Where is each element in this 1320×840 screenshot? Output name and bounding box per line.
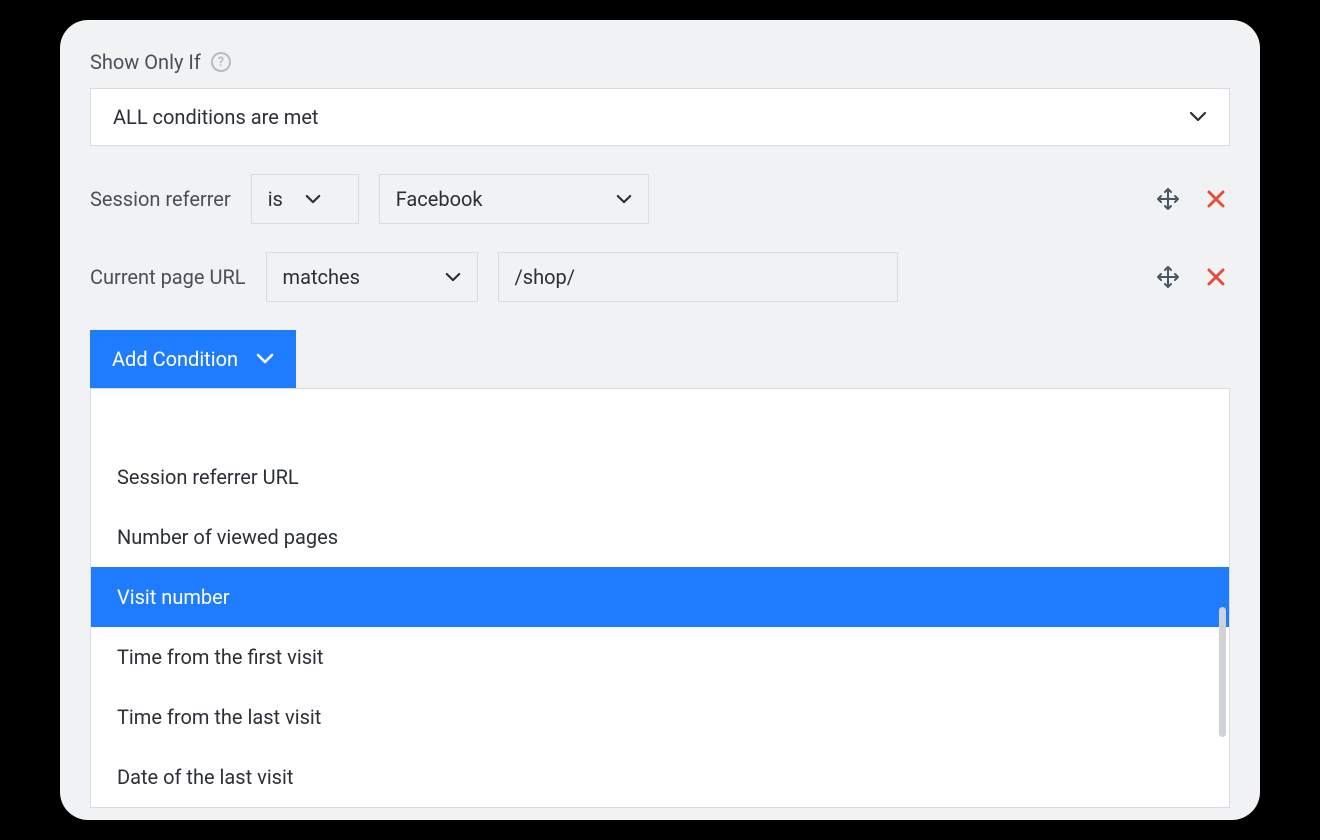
section-label-row: Show Only If ? [90, 50, 1230, 74]
dropdown-option[interactable]: Session referrer URL [91, 447, 1229, 507]
condition-field-label: Current page URL [90, 265, 246, 289]
value-select[interactable]: Facebook [379, 174, 649, 224]
condition-row: Current page URL matches /shop/ [90, 252, 1230, 302]
dropdown-option[interactable]: Date of the last visit [91, 747, 1229, 807]
combinator-value: ALL conditions are met [113, 105, 318, 129]
dropdown-search-row[interactable] [91, 389, 1229, 447]
add-condition-dropdown: Session referrer URL Number of viewed pa… [90, 388, 1230, 808]
value-input[interactable]: /shop/ [498, 252, 898, 302]
move-handle[interactable] [1154, 185, 1182, 213]
chevron-down-icon [445, 272, 461, 283]
move-handle[interactable] [1154, 263, 1182, 291]
value-text: /shop/ [515, 265, 575, 289]
section-label: Show Only If [90, 50, 201, 74]
chevron-down-icon [305, 194, 321, 205]
dropdown-option[interactable]: Time from the last visit [91, 687, 1229, 747]
add-condition-label: Add Condition [112, 347, 238, 371]
operator-value: is [268, 187, 283, 211]
remove-button[interactable] [1202, 185, 1230, 213]
operator-value: matches [283, 265, 360, 289]
operator-select[interactable]: is [251, 174, 359, 224]
dropdown-option[interactable]: Time from the first visit [91, 627, 1229, 687]
chevron-down-icon [256, 353, 274, 365]
dropdown-scrollbar[interactable] [1219, 607, 1226, 737]
chevron-down-icon [616, 194, 632, 205]
operator-select[interactable]: matches [266, 252, 478, 302]
chevron-down-icon [1189, 111, 1207, 123]
remove-button[interactable] [1202, 263, 1230, 291]
add-condition-button[interactable]: Add Condition [90, 330, 296, 388]
condition-field-label: Session referrer [90, 187, 231, 211]
conditions-panel: Show Only If ? ALL conditions are met Se… [60, 20, 1260, 820]
value-text: Facebook [396, 187, 483, 211]
condition-row: Session referrer is Facebook [90, 174, 1230, 224]
help-icon[interactable]: ? [211, 52, 231, 72]
combinator-select[interactable]: ALL conditions are met [90, 88, 1230, 146]
dropdown-option[interactable]: Number of viewed pages [91, 507, 1229, 567]
dropdown-option[interactable]: Visit number [91, 567, 1229, 627]
